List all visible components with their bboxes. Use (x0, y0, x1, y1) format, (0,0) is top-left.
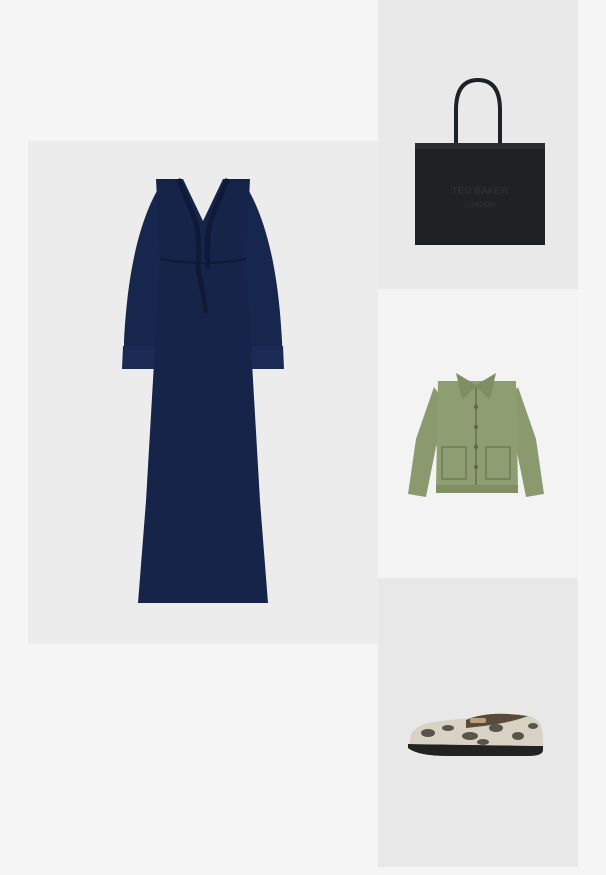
dress-tile[interactable] (28, 141, 378, 644)
loafer-image (408, 713, 543, 756)
tote-bag-image: TED BAKER LONDON (415, 77, 545, 245)
jacket-image (408, 373, 544, 497)
dress-image (122, 177, 284, 603)
shoe-tile[interactable] (378, 578, 578, 867)
bag-city-text: LONDON (465, 202, 495, 209)
jacket-tile[interactable] (378, 289, 578, 578)
bag-brand-text: TED BAKER (452, 186, 509, 197)
bag-tile[interactable]: TED BAKER LONDON (378, 0, 578, 289)
